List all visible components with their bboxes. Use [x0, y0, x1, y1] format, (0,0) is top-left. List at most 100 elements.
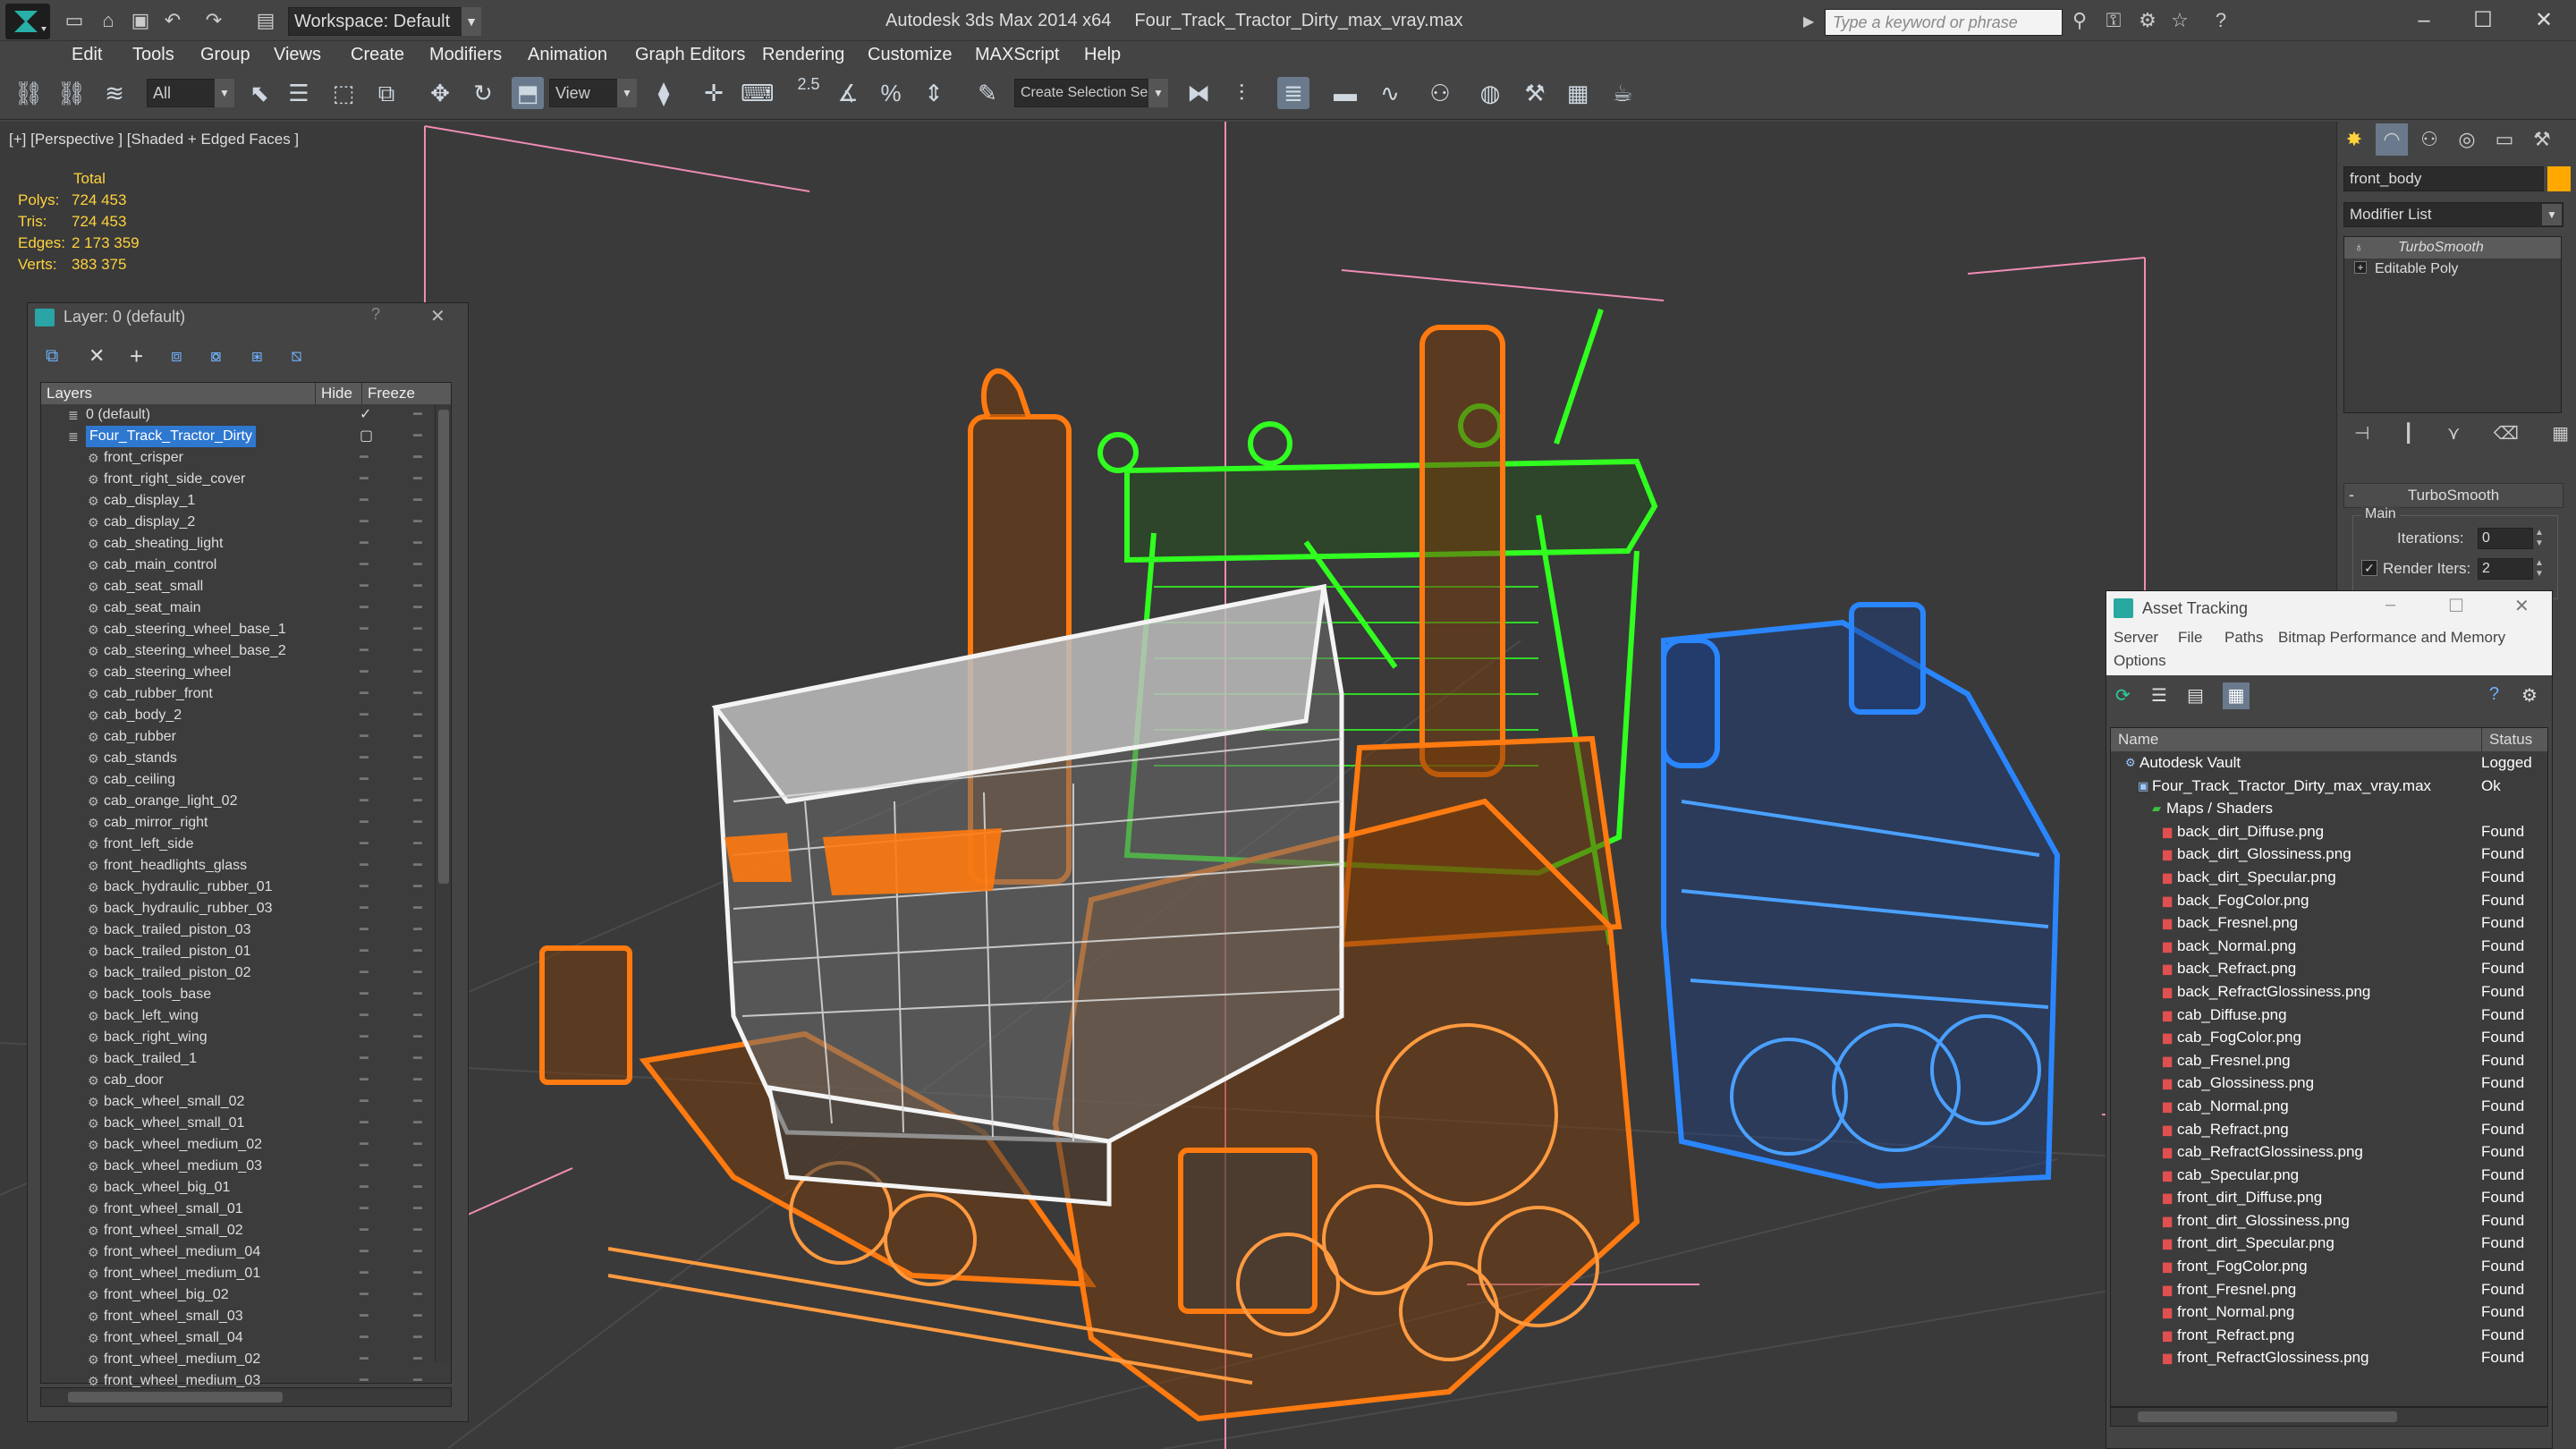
asset-menu-server[interactable]: Server	[2114, 629, 2158, 647]
layer-object-row[interactable]: ⚙ cab_main_control ━ ━	[41, 555, 451, 576]
layer-object-row[interactable]: ⚙ cab_seat_small ━ ━	[41, 576, 451, 597]
freeze-toggle[interactable]: ━	[413, 791, 422, 812]
pivot-center-icon[interactable]: ⧫	[648, 77, 680, 109]
layer-object-row[interactable]: ⚙ back_tools_base ━ ━	[41, 984, 451, 1005]
menu-customize[interactable]: Customize	[868, 41, 952, 68]
hide-toggle[interactable]: ━	[360, 1113, 369, 1134]
asset-row[interactable]: ▆ back_dirt_Specular.png Found	[2111, 866, 2547, 889]
layer-object-row[interactable]: ⚙ back_hydraulic_rubber_03 ━ ━	[41, 898, 451, 919]
utilities-tab-icon[interactable]: ⚒	[2526, 123, 2558, 156]
freeze-toggle[interactable]: ━	[413, 1199, 422, 1220]
highlight-layer-icon[interactable]: ⧇	[210, 346, 232, 368]
display-tab-icon[interactable]: ▭	[2488, 123, 2521, 156]
layer-object-row[interactable]: ⚙ front_wheel_big_02 ━ ━	[41, 1284, 451, 1306]
freeze-toggle[interactable]: ━	[413, 748, 422, 769]
search-input[interactable]: Type a keyword or phrase	[1825, 9, 2063, 36]
layer-object-row[interactable]: ⚙ front_wheel_small_03 ━ ━	[41, 1306, 451, 1327]
asset-row[interactable]: ▆ back_Refract.png Found	[2111, 957, 2547, 980]
keyboard-shortcut-override-icon[interactable]: ⌨	[741, 77, 775, 109]
layer-object-row[interactable]: ⚙ cab_mirror_right ━ ━	[41, 812, 451, 834]
layer-object-row[interactable]: ⚙ cab_sheating_light ━ ━	[41, 533, 451, 555]
hide-toggle[interactable]: ━	[360, 1027, 369, 1048]
asset-row[interactable]: ▣ Four_Track_Tractor_Dirty_max_vray.max Ok	[2111, 775, 2547, 798]
modify-tab-icon[interactable]: ◠	[2376, 123, 2408, 156]
freeze-toggle[interactable]: ━	[413, 1177, 422, 1199]
workspace-select[interactable]: Workspace: Default	[288, 7, 481, 36]
hide-toggle[interactable]: ━	[360, 791, 369, 812]
freeze-toggle[interactable]: ━	[413, 640, 422, 662]
snaps-toggle[interactable]: 2.5	[791, 75, 826, 107]
layer-object-row[interactable]: ⚙ cab_orange_light_02 ━ ━	[41, 791, 451, 812]
chevron-down-icon[interactable]: ▼	[1148, 79, 1168, 107]
rollout-collapse-icon[interactable]: -	[2345, 483, 2354, 506]
layer-object-row[interactable]: ⚙ front_wheel_medium_02 ━ ━	[41, 1349, 451, 1370]
expand-search-icon[interactable]: ▶	[1803, 11, 1821, 34]
hide-toggle[interactable]: ━	[360, 683, 369, 705]
layer-object-row[interactable]: ⚙ cab_seat_main ━ ━	[41, 597, 451, 619]
ribbon-toggle-icon[interactable]: ▬	[1329, 77, 1361, 109]
freeze-toggle[interactable]: ━	[413, 941, 422, 962]
hide-toggle[interactable]: ━	[360, 877, 369, 898]
modifier-stack[interactable]: TurboSmooth Editable Poly	[2343, 236, 2562, 413]
layer-object-row[interactable]: ⚙ front_wheel_small_04 ━ ━	[41, 1327, 451, 1349]
mirror-icon[interactable]: ⧓	[1182, 77, 1215, 109]
layer-object-row[interactable]: ⚙ front_crisper ━ ━	[41, 447, 451, 469]
layer-object-row[interactable]: ⚙ cab_steering_wheel_base_1 ━ ━	[41, 619, 451, 640]
freeze-toggle[interactable]: ━	[413, 1048, 422, 1070]
layer-help-icon[interactable]: ?	[371, 305, 380, 324]
asset-row[interactable]: ▆ cab_Fresnel.png Found	[2111, 1049, 2547, 1072]
freeze-toggle[interactable]: ━	[413, 1241, 422, 1263]
undo-icon[interactable]: ↶	[161, 9, 184, 32]
hide-all-layers-icon[interactable]: ⧆	[251, 346, 273, 368]
asset-row[interactable]: ▆ front_Normal.png Found	[2111, 1301, 2547, 1324]
chevron-down-icon[interactable]: ▼	[215, 79, 234, 107]
app-logo-icon[interactable]	[5, 4, 50, 39]
freeze-toggle[interactable]: ━	[413, 1220, 422, 1241]
freeze-toggle[interactable]: ━	[413, 447, 422, 469]
freeze-toggle[interactable]: ━	[413, 855, 422, 877]
hide-toggle[interactable]: ━	[360, 748, 369, 769]
layer-object-row[interactable]: ⚙ back_hydraulic_rubber_01 ━ ━	[41, 877, 451, 898]
asset-row[interactable]: ▆ front_dirt_Diffuse.png Found	[2111, 1186, 2547, 1209]
schematic-view-icon[interactable]: ⚇	[1424, 77, 1456, 109]
hide-toggle[interactable]: ━	[360, 619, 369, 640]
hide-toggle[interactable]: ━	[360, 705, 369, 726]
hide-toggle[interactable]: ━	[360, 941, 369, 962]
layer-object-row[interactable]: ⚙ cab_rubber ━ ━	[41, 726, 451, 748]
hide-toggle[interactable]: ━	[360, 1284, 369, 1306]
named-selection-set-input[interactable]: Create Selection Se	[1014, 79, 1157, 107]
render-production-icon[interactable]: ☕	[1606, 77, 1639, 109]
maximize-button[interactable]: ☐	[2456, 4, 2510, 38]
layer-horizontal-scrollbar[interactable]	[40, 1387, 452, 1407]
edit-named-selection-icon[interactable]: ✎	[971, 77, 1004, 109]
asset-row[interactable]: ▆ front_FogColor.png Found	[2111, 1255, 2547, 1278]
save-file-icon[interactable]: ▣	[129, 9, 152, 32]
menu-modifiers[interactable]: Modifiers	[429, 41, 502, 68]
select-by-name-icon[interactable]: ☰	[283, 77, 315, 109]
iterations-spinner[interactable]: 0	[2478, 528, 2533, 549]
object-color-swatch[interactable]	[2547, 166, 2571, 191]
select-manipulate-icon[interactable]: ✛	[698, 77, 730, 109]
hierarchy-tab-icon[interactable]: ⚇	[2413, 123, 2445, 156]
help-icon[interactable]: ?	[2489, 684, 2512, 708]
freeze-toggle[interactable]: ━	[413, 1113, 422, 1134]
asset-menu-options[interactable]: Options	[2114, 652, 2166, 670]
asset-row[interactable]: ▆ back_RefractGlossiness.png Found	[2111, 980, 2547, 1004]
asset-row[interactable]: ▰ Maps / Shaders	[2111, 797, 2547, 820]
spinner-arrows-icon[interactable]: ▲ ▼	[2535, 558, 2547, 580]
layer-object-row[interactable]: ⚙ cab_stands ━ ━	[41, 748, 451, 769]
hide-toggle[interactable]: ━	[360, 1306, 369, 1327]
spinner-snap-icon[interactable]: ⇕	[918, 77, 950, 109]
layer-vertical-scrollbar[interactable]	[435, 404, 451, 1361]
layer-object-row[interactable]: ⚙ back_right_wing ━ ━	[41, 1027, 451, 1048]
grid-view-icon[interactable]: ▦	[2223, 682, 2250, 709]
hide-toggle[interactable]: ━	[360, 1005, 369, 1027]
menu-create[interactable]: Create	[351, 41, 404, 68]
spinner-arrows-icon[interactable]: ▲ ▼	[2535, 528, 2547, 549]
menu-help[interactable]: Help	[1084, 41, 1121, 68]
layer-object-row[interactable]: ⚙ cab_display_1 ━ ━	[41, 490, 451, 512]
asset-row[interactable]: ▆ cab_Normal.png Found	[2111, 1095, 2547, 1118]
asset-row[interactable]: ▆ front_Refract.png Found	[2111, 1324, 2547, 1347]
hide-toggle[interactable]: ━	[360, 1070, 369, 1091]
freeze-toggle[interactable]: ━	[413, 619, 422, 640]
